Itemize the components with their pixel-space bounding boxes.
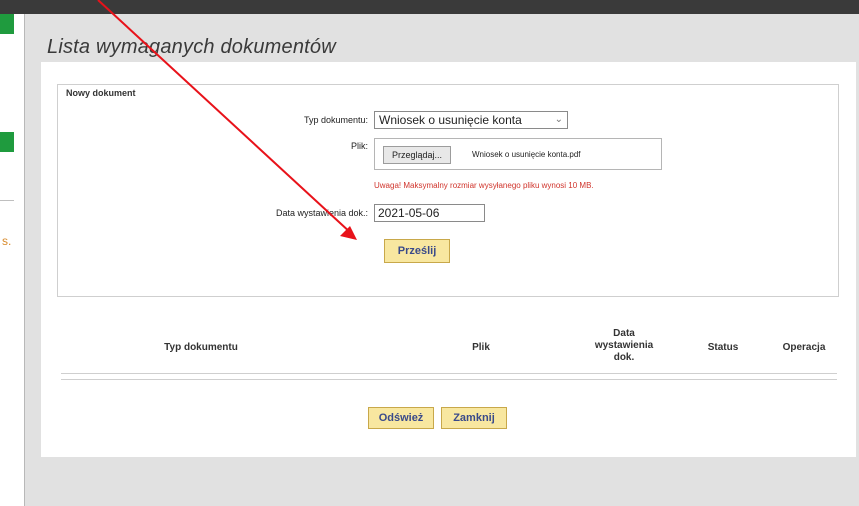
background-partial-text: s. — [2, 234, 12, 248]
sidebar-green-tab[interactable] — [0, 132, 14, 152]
file-label: Plik: — [350, 141, 368, 151]
doc-type-value: Wniosek o usunięcie konta — [379, 113, 522, 127]
table-divider — [61, 379, 837, 380]
top-bar — [0, 0, 859, 14]
background-page — [0, 0, 24, 506]
documents-modal: Lista wymaganych dokumentów Nowy dokumen… — [24, 14, 859, 506]
browse-button[interactable]: Przeglądaj... — [383, 146, 451, 164]
column-header-date: Data wystawienia dok. — [594, 328, 654, 363]
close-button[interactable]: Zamknij — [441, 407, 507, 429]
doc-type-label: Typ dokumentu: — [303, 115, 368, 125]
divider — [0, 200, 14, 201]
file-size-warning: Uwaga! Maksymalny rozmiar wysyłanego pli… — [374, 181, 594, 190]
submit-button[interactable]: Prześlij — [384, 239, 450, 263]
column-header-operation: Operacja — [782, 342, 826, 353]
date-input[interactable]: 2021-05-06 — [374, 204, 485, 222]
modal-body: Nowy dokument Typ dokumentu: Wniosek o u… — [41, 62, 856, 457]
column-header-file: Plik — [472, 342, 490, 353]
new-document-fieldset: Nowy dokument Typ dokumentu: Wniosek o u… — [57, 84, 839, 297]
selected-file-name: Wniosek o usunięcie konta.pdf — [472, 150, 581, 159]
refresh-button[interactable]: Odśwież — [368, 407, 434, 429]
date-label: Data wystawienia dok.: — [275, 208, 368, 218]
fieldset-legend: Nowy dokument — [66, 88, 136, 98]
table-divider — [61, 373, 837, 374]
sidebar-green-tab[interactable] — [0, 14, 14, 34]
file-input[interactable]: Przeglądaj... Wniosek o usunięcie konta.… — [374, 138, 662, 170]
column-header-doc-type: Typ dokumentu — [164, 342, 238, 353]
chevron-down-icon: ⌄ — [554, 114, 563, 125]
doc-type-select[interactable]: Wniosek o usunięcie konta ⌄ — [374, 111, 568, 129]
column-header-status: Status — [707, 342, 739, 353]
modal-title: Lista wymaganych dokumentów — [47, 36, 336, 58]
